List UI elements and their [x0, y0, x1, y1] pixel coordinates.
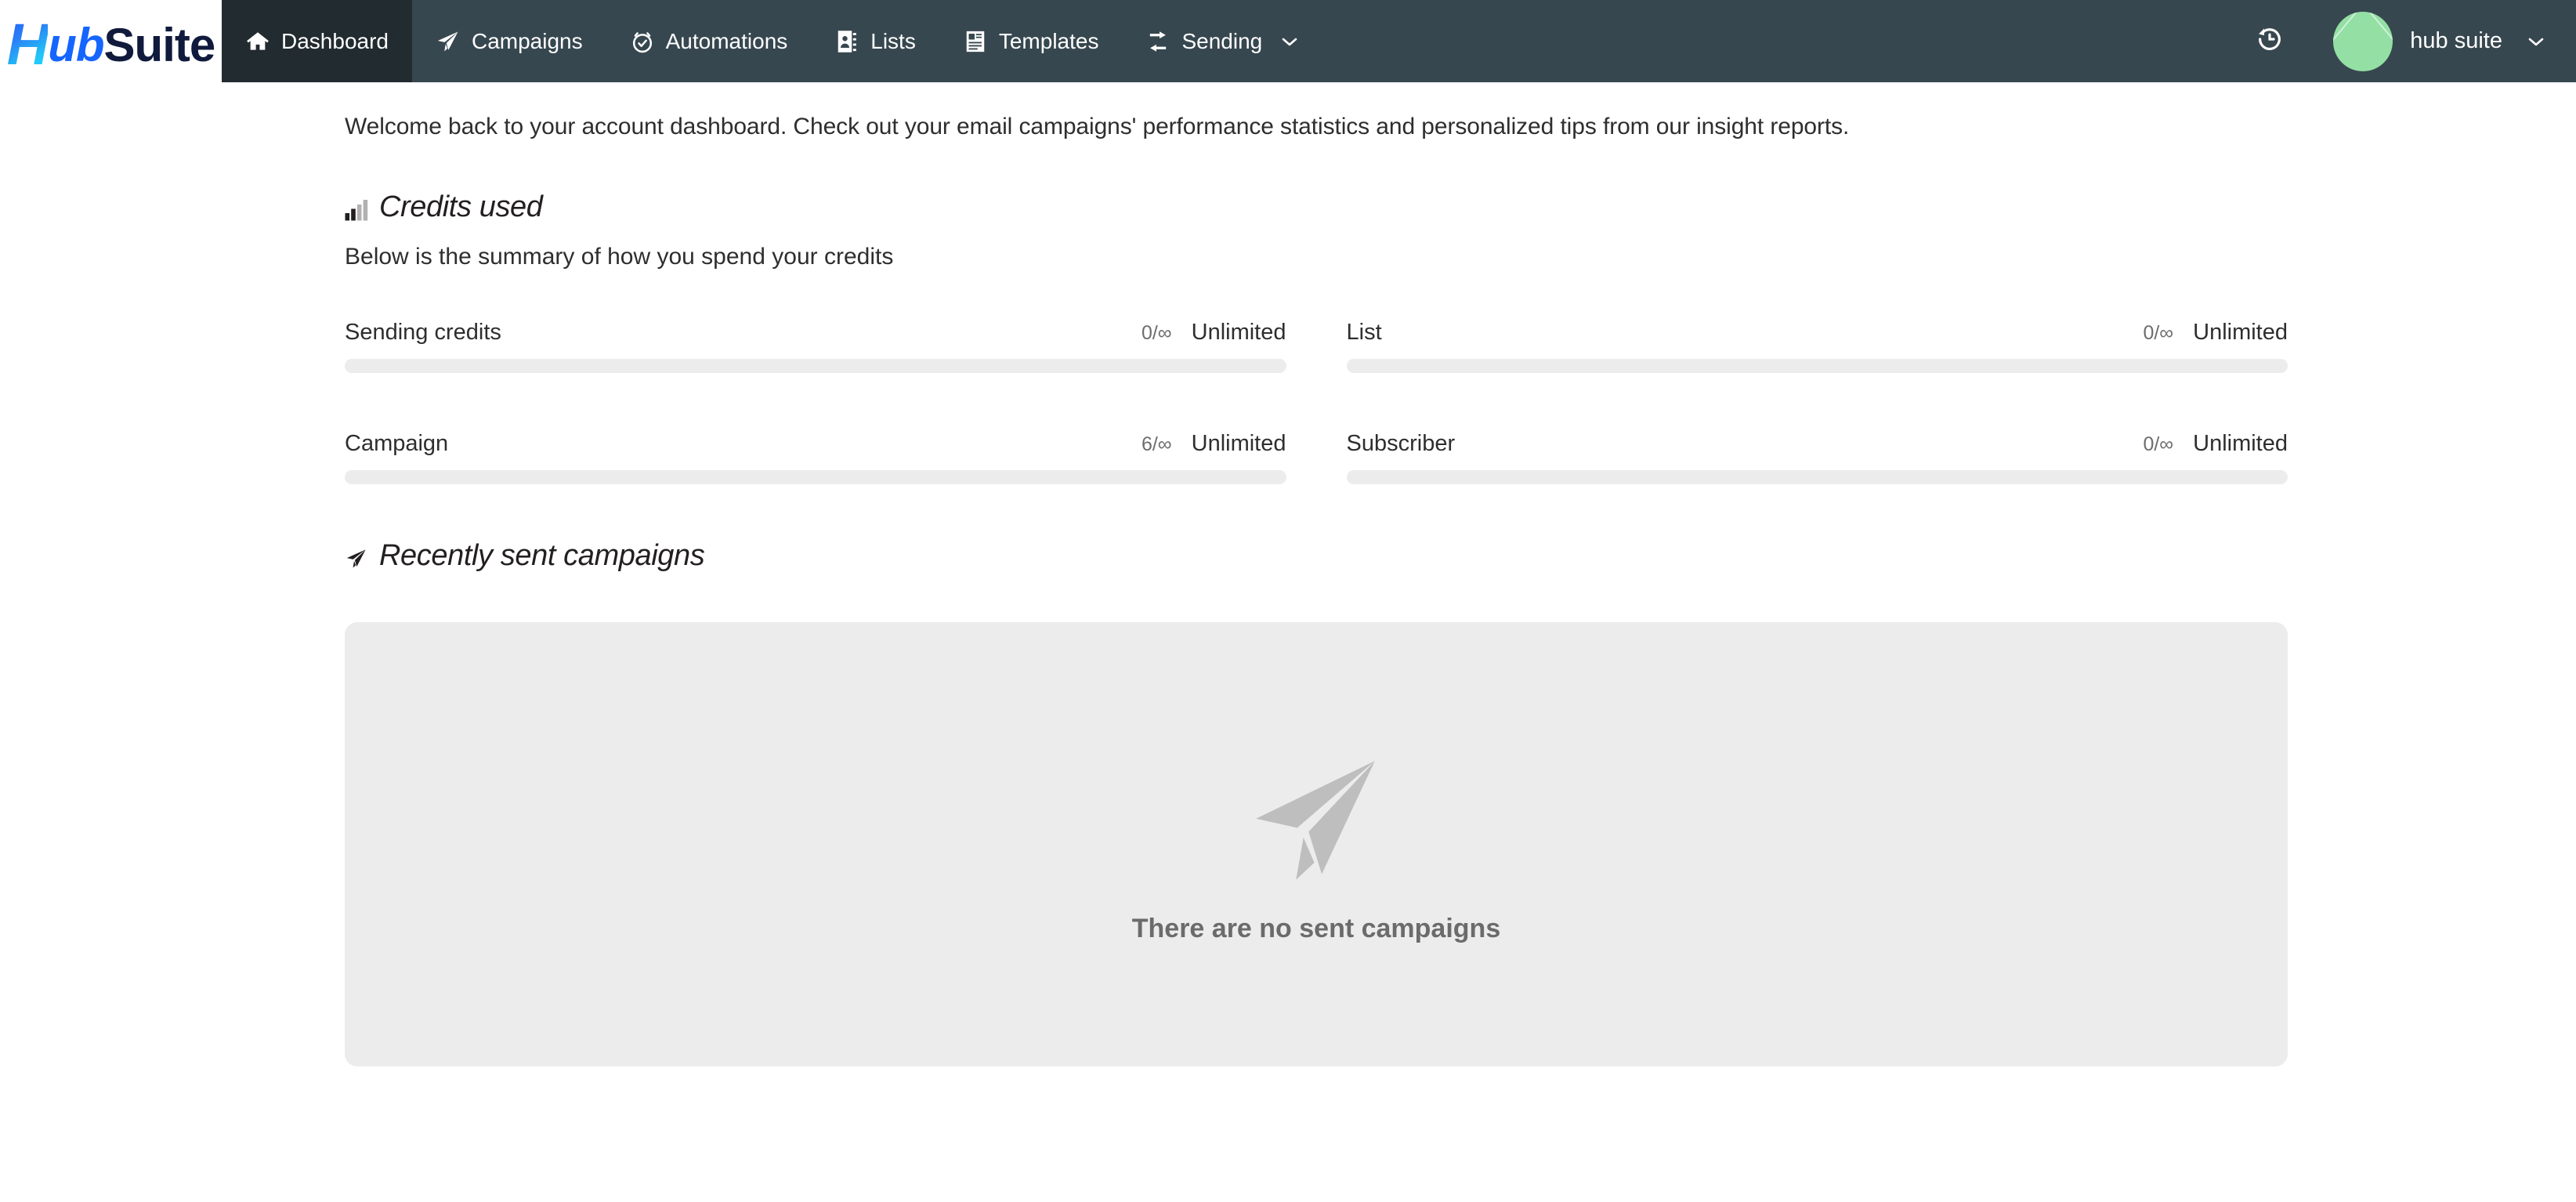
- progress-bar-track: [1346, 359, 2288, 373]
- nav-item-lists[interactable]: Lists: [811, 0, 939, 82]
- credit-ratio: 0/∞: [1141, 322, 1172, 344]
- empty-state-text: There are no sent campaigns: [1131, 914, 1501, 943]
- avatar: [2333, 11, 2393, 71]
- user-menu[interactable]: hub suite: [2297, 11, 2552, 71]
- nav-item-dashboard[interactable]: Dashboard: [222, 0, 412, 82]
- welcome-message: Welcome back to your account dashboard. …: [345, 114, 1850, 139]
- document-id-icon: [963, 29, 988, 54]
- credit-row-header: Campaign 6/∞ Unlimited: [345, 431, 1286, 457]
- credits-section-header: Credits used: [345, 190, 2288, 224]
- nav-label: Campaigns: [471, 28, 583, 53]
- navbar-spacer: [1322, 0, 2242, 82]
- navbar-right-group: hub suite: [2242, 0, 2576, 82]
- page-body: Welcome back to your account dashboard. …: [0, 82, 2576, 1202]
- brand-logo-link[interactable]: HubSuite: [0, 0, 222, 82]
- logo-letter-h: H: [6, 11, 49, 77]
- credit-cap: Unlimited: [1191, 320, 1286, 345]
- credit-label: Campaign: [345, 431, 449, 456]
- credit-values: 0/∞ Unlimited: [2143, 431, 2288, 457]
- recent-section-title: Recently sent campaigns: [379, 539, 705, 572]
- nav-item-sending[interactable]: Sending: [1122, 0, 1322, 82]
- credit-values: 0/∞ Unlimited: [1141, 320, 1286, 346]
- nav-label: Sending: [1181, 28, 1263, 53]
- nav-label: Automations: [665, 28, 788, 53]
- nav-label: Templates: [998, 28, 1099, 53]
- bar-chart-icon: [345, 194, 368, 221]
- credit-cap: Unlimited: [2193, 320, 2288, 345]
- credit-values: 0/∞ Unlimited: [2143, 320, 2288, 346]
- credit-cap: Unlimited: [1191, 431, 1286, 456]
- history-clock-icon: [2255, 24, 2285, 58]
- recent-section-header: Recently sent campaigns: [345, 539, 2288, 573]
- top-navbar: HubSuite Dashboard Campaigns Automations…: [0, 0, 2576, 82]
- progress-bar-track: [345, 470, 1286, 484]
- hubsuite-logo: HubSuite: [7, 13, 216, 73]
- progress-bar-track: [1346, 470, 2288, 484]
- home-icon: [245, 29, 270, 54]
- credit-row-header: List 0/∞ Unlimited: [1347, 320, 2288, 346]
- credits-grid: Sending credits 0/∞ Unlimited List 0/∞ U…: [345, 320, 2288, 484]
- nav-item-campaigns[interactable]: Campaigns: [412, 0, 606, 82]
- user-name: hub suite: [2410, 28, 2502, 53]
- credit-label: List: [1346, 320, 1382, 345]
- credit-row-header: Subscriber 0/∞ Unlimited: [1347, 431, 2288, 457]
- exchange-icon: [1145, 29, 1170, 54]
- credit-ratio: 0/∞: [2143, 433, 2174, 455]
- credit-row-sending-credits: Sending credits 0/∞ Unlimited: [345, 320, 1286, 373]
- credit-label: Subscriber: [1346, 431, 1456, 456]
- credit-values: 6/∞ Unlimited: [1141, 431, 1286, 457]
- address-book-icon: [834, 29, 859, 54]
- credits-section-subtitle: Below is the summary of how you spend yo…: [345, 244, 894, 270]
- nav-label: Dashboard: [281, 28, 389, 53]
- credit-label: Sending credits: [345, 320, 501, 345]
- logo-word-suite: Suite: [103, 18, 216, 71]
- content-container: Welcome back to your account dashboard. …: [0, 82, 2576, 1066]
- credit-ratio: 0/∞: [2143, 322, 2174, 344]
- stopwatch-icon: [630, 29, 655, 54]
- nav-label: Lists: [870, 28, 916, 53]
- logo-letters-ub: ub: [48, 18, 104, 71]
- chevron-down-icon: [2527, 36, 2545, 47]
- progress-bar-track: [345, 359, 1286, 373]
- history-button[interactable]: [2242, 0, 2297, 82]
- credit-row-subscriber: Subscriber 0/∞ Unlimited: [1346, 431, 2288, 484]
- nav-item-templates[interactable]: Templates: [939, 0, 1123, 82]
- credit-row-list: List 0/∞ Unlimited: [1346, 320, 2288, 373]
- credit-cap: Unlimited: [2193, 431, 2288, 456]
- chevron-down-icon: [1281, 36, 1298, 47]
- navbar-items: Dashboard Campaigns Automations Lists Te…: [222, 0, 1322, 82]
- credit-row-header: Sending credits 0/∞ Unlimited: [345, 320, 1286, 346]
- nav-item-automations[interactable]: Automations: [606, 0, 812, 82]
- paper-plane-empty-icon: [1242, 744, 1391, 893]
- credit-row-campaign: Campaign 6/∞ Unlimited: [345, 431, 1286, 484]
- paper-plane-icon: [345, 543, 368, 570]
- credits-section-title: Credits used: [379, 190, 543, 223]
- credit-ratio: 6/∞: [1141, 433, 1172, 455]
- paper-plane-icon: [436, 29, 461, 54]
- recent-campaigns-empty-panel: There are no sent campaigns: [345, 622, 2288, 1066]
